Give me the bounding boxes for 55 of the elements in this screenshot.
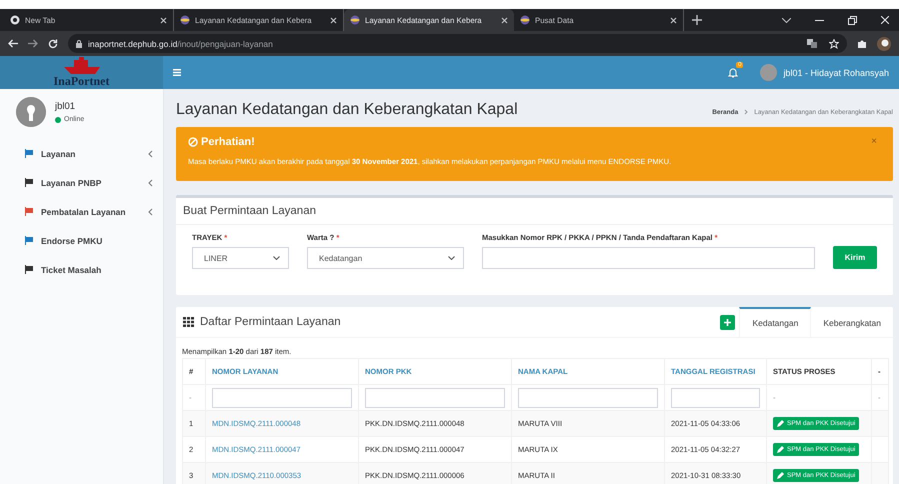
filter-field[interactable] bbox=[518, 388, 658, 408]
reload-icon[interactable] bbox=[48, 38, 58, 48]
select-field[interactable]: Kedatangan bbox=[307, 247, 464, 269]
sidebar-item[interactable]: Endorse PMKU bbox=[0, 226, 163, 255]
close-icon[interactable] bbox=[160, 16, 167, 24]
user-name: jbl01 bbox=[55, 101, 76, 112]
sidebar-item[interactable]: Ticket Masalah bbox=[0, 255, 163, 284]
bell-icon[interactable] bbox=[728, 67, 738, 78]
input-field[interactable] bbox=[482, 247, 815, 269]
page-title: Layanan Kedatangan dan Keberangkatan Kapal bbox=[176, 101, 518, 119]
translate-icon[interactable] bbox=[807, 39, 817, 48]
alert-title: Perhatian! bbox=[201, 136, 255, 148]
add-button[interactable] bbox=[720, 314, 736, 330]
pencil-icon bbox=[777, 420, 784, 427]
globe-icon bbox=[520, 15, 530, 25]
ban-icon bbox=[188, 137, 198, 147]
sidebar-item[interactable]: Pembatalan Layanan bbox=[0, 197, 163, 226]
card-title: Buat Permintaan Layanan bbox=[176, 198, 893, 225]
pencil-icon bbox=[777, 472, 784, 479]
caret-icon bbox=[448, 256, 455, 260]
plus-icon bbox=[724, 318, 732, 326]
close-icon[interactable] bbox=[501, 16, 508, 24]
select-field[interactable]: LINER bbox=[192, 247, 289, 269]
caret-icon bbox=[273, 256, 280, 260]
ship-logo-icon bbox=[62, 57, 102, 74]
close-icon[interactable] bbox=[330, 16, 337, 24]
chevron-icon bbox=[744, 109, 748, 115]
back-icon[interactable] bbox=[8, 39, 18, 48]
avatar-icon bbox=[16, 97, 46, 127]
puzzle-icon[interactable] bbox=[857, 38, 867, 48]
chrome-icon bbox=[10, 15, 20, 25]
address-bar[interactable]: inaportnet.dephub.go.id/inout/pengajuan-layanan bbox=[68, 34, 847, 53]
tab[interactable]: Kedatangan bbox=[739, 307, 812, 337]
globe-icon bbox=[180, 15, 190, 25]
grid-icon bbox=[183, 317, 194, 327]
close-icon[interactable] bbox=[670, 16, 677, 24]
new-tab-icon[interactable] bbox=[692, 15, 702, 25]
user-menu[interactable]: jbl01 - Hidayat Rohansyah bbox=[760, 64, 889, 81]
sidebar-item[interactable]: Layanan bbox=[0, 139, 163, 168]
logo-text: InaPortnet bbox=[54, 74, 110, 89]
sidebar-item[interactable]: Layanan PNBP bbox=[0, 168, 163, 197]
pencil-icon bbox=[777, 446, 784, 453]
restore-icon[interactable] bbox=[848, 16, 857, 24]
filter-field[interactable] bbox=[365, 388, 505, 408]
star-icon[interactable] bbox=[829, 38, 839, 48]
globe-icon bbox=[350, 15, 360, 25]
card-title: Daftar Permintaan Layanan bbox=[200, 316, 341, 328]
lock-icon bbox=[76, 40, 82, 48]
filter-field[interactable] bbox=[671, 388, 760, 408]
forward-icon[interactable] bbox=[28, 39, 38, 48]
chevron-down-icon[interactable] bbox=[782, 18, 791, 22]
tab[interactable]: Keberangkatan bbox=[811, 307, 893, 337]
menu-icon[interactable] bbox=[173, 69, 181, 76]
profile-avatar[interactable] bbox=[877, 36, 891, 50]
filter-field[interactable] bbox=[212, 388, 352, 408]
